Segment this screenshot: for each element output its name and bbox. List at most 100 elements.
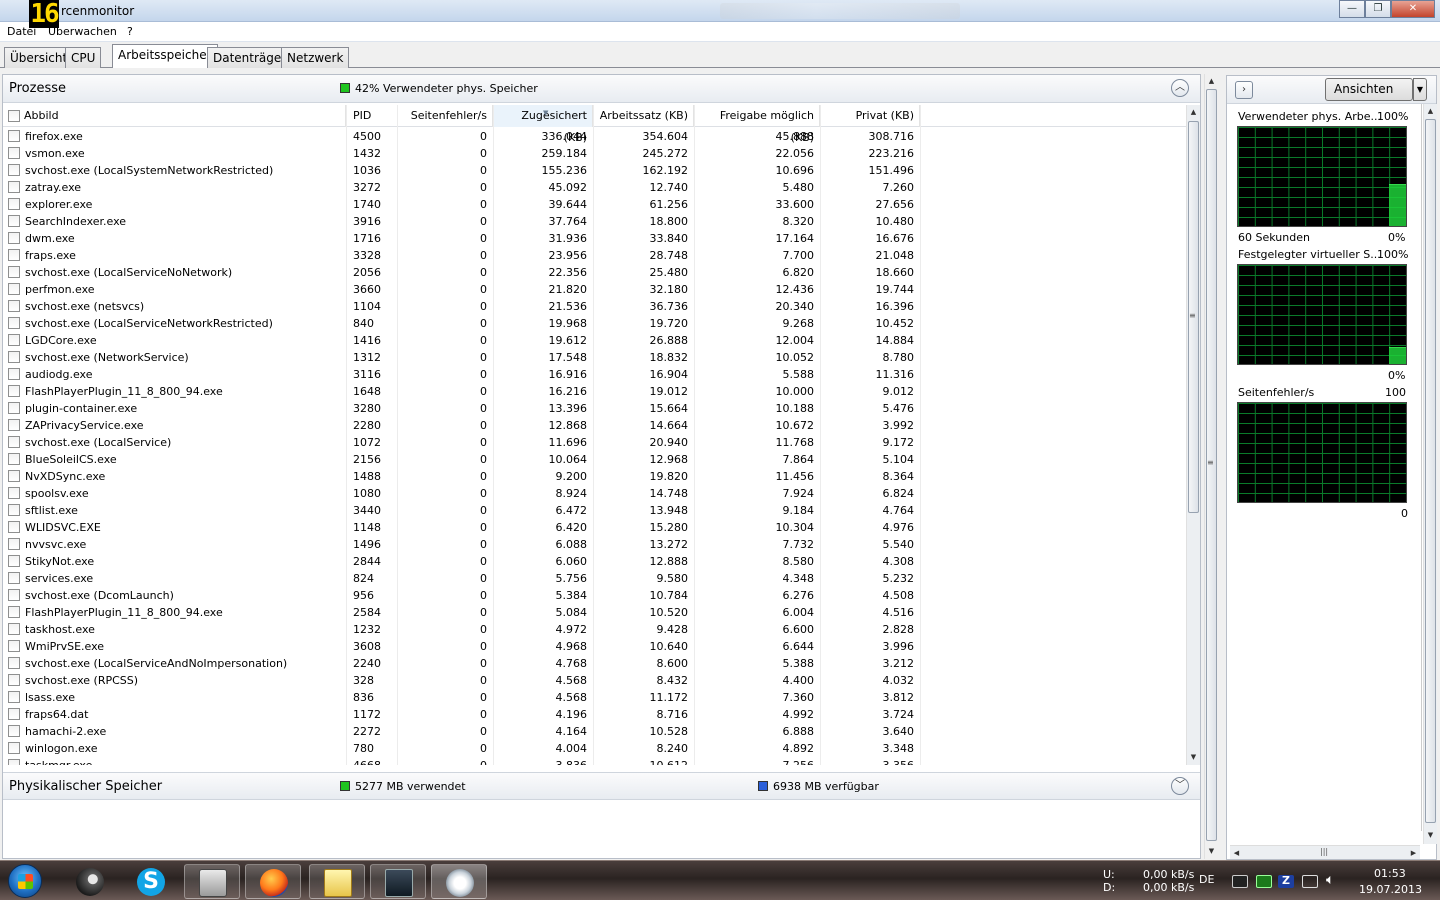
row-checkbox[interactable] [8,742,20,754]
row-checkbox[interactable] [8,317,20,329]
col-arbeitssatz[interactable]: Arbeitssatz (KB) [593,105,694,127]
row-checkbox[interactable] [8,759,20,765]
row-checkbox[interactable] [8,130,20,142]
row-checkbox[interactable] [8,147,20,159]
table-row[interactable]: ZAPrivacyService.exe 2280 0 12.868 14.664 10.… [3,417,1187,434]
scroll-up-icon[interactable]: ▲ [1424,104,1437,118]
table-row[interactable]: LGDCore.exe 1416 0 19.612 26.888 12.004 14.884 [3,332,1187,349]
row-checkbox[interactable] [8,215,20,227]
start-button[interactable] [8,864,42,898]
table-row[interactable]: firefox.exe 4500 0 336.044 354.604 45.888 308.… [3,128,1187,145]
row-checkbox[interactable] [8,623,20,635]
row-checkbox[interactable] [8,181,20,193]
row-checkbox[interactable] [8,334,20,346]
steam-taskbar-button[interactable] [62,864,118,899]
row-checkbox[interactable] [8,249,20,261]
main-splitter-scrollbar[interactable]: ▲ ≡ ▼ [1204,74,1218,859]
row-checkbox[interactable] [8,725,20,737]
language-indicator[interactable]: DE [1199,873,1214,886]
row-checkbox[interactable] [8,232,20,244]
table-row[interactable]: audiodg.exe 3116 0 16.916 16.904 5.588 11.316 [3,366,1187,383]
physical-memory-header[interactable]: Physikalischer Speicher 5277 MB verwende… [3,772,1200,800]
graph-horizontal-scrollbar[interactable]: ◀ ||| ▶ [1230,845,1420,859]
row-checkbox[interactable] [8,385,20,397]
row-checkbox[interactable] [8,300,20,312]
row-checkbox[interactable] [8,470,20,482]
row-checkbox[interactable] [8,606,20,618]
tab-uebersicht[interactable]: Übersicht [4,47,74,68]
row-checkbox[interactable] [8,657,20,669]
skype-taskbar-button[interactable]: S [123,864,179,899]
table-row[interactable]: taskhost.exe 1232 0 4.972 9.428 6.600 2.828 [3,621,1187,638]
collapse-graphs-icon[interactable]: › [1235,81,1253,99]
table-row[interactable]: StikyNot.exe 2844 0 6.060 12.888 8.580 4.308 [3,553,1187,570]
table-row[interactable]: FlashPlayerPlugin_11_8_800_94.exe 2584 0 5.… [3,604,1187,621]
table-row[interactable]: svchost.exe (LocalServiceAndNoImpersonat… [3,655,1187,672]
table-row[interactable]: fraps64.dat 1172 0 4.196 8.716 4.992 3.724 [3,706,1187,723]
table-row[interactable]: svchost.exe (DcomLaunch) 956 0 5.384 10.784 6… [3,587,1187,604]
resource-monitor-taskbar-button[interactable] [431,864,487,899]
table-row[interactable]: sftlist.exe 3440 0 6.472 13.948 9.184 4.764 [3,502,1187,519]
table-row[interactable]: svchost.exe (LocalServiceNetworkRestrict… [3,315,1187,332]
row-checkbox[interactable] [8,674,20,686]
row-checkbox[interactable] [8,436,20,448]
table-row[interactable]: nvvsvc.exe 1496 0 6.088 13.272 7.732 5.540 [3,536,1187,553]
row-checkbox[interactable] [8,572,20,584]
table-row[interactable]: svchost.exe (LocalSystemNetworkRestricte… [3,162,1187,179]
table-row[interactable]: fraps.exe 3328 0 23.956 28.748 7.700 21.048 [3,247,1187,264]
views-button[interactable]: Ansichten [1325,78,1413,101]
tab-netzwerk[interactable]: Netzwerk [281,47,350,68]
row-checkbox[interactable] [8,708,20,720]
scroll-right-icon[interactable]: ▶ [1407,846,1420,860]
process-table-scrollbar[interactable]: ▲ ≡ ▼ [1186,105,1200,765]
row-checkbox[interactable] [8,283,20,295]
tab-datentraeger[interactable]: Datenträger [207,47,293,68]
table-row[interactable]: svchost.exe (RPCSS) 328 0 4.568 8.432 4.400 4.… [3,672,1187,689]
fraps-taskbar-button[interactable] [184,864,240,899]
row-checkbox[interactable] [8,640,20,652]
fraps-tray-icon[interactable] [1232,875,1248,888]
tab-arbeitsspeicher[interactable]: Arbeitsspeicher [112,44,218,68]
row-checkbox[interactable] [8,589,20,601]
table-row[interactable]: WLIDSVC.EXE 1148 0 6.420 15.280 10.304 4.976 [3,519,1187,536]
table-row[interactable]: NvXDSync.exe 1488 0 9.200 19.820 11.456 8.364 [3,468,1187,485]
volume-icon[interactable]: 🔈︎ [1326,872,1334,888]
close-button[interactable]: ✕ [1391,0,1435,18]
clock-date[interactable]: 19.07.2013 [1359,883,1422,896]
collapse-processes-button[interactable]: ︿ [1171,79,1189,97]
col-zugesichert[interactable]: ▼ Zugesichert (KB) [493,105,593,144]
table-row[interactable]: hamachi-2.exe 2272 0 4.164 10.528 6.888 3.640 [3,723,1187,740]
row-checkbox[interactable] [8,521,20,533]
table-row[interactable]: svchost.exe (LocalService) 1072 0 11.696 20.… [3,434,1187,451]
scroll-down-icon[interactable]: ▼ [1187,750,1200,764]
col-pid[interactable]: PID [348,105,398,127]
row-checkbox[interactable] [8,504,20,516]
zonealarm-tray-icon[interactable]: Z [1278,875,1294,888]
scroll-down-icon[interactable]: ▼ [1424,828,1437,842]
network-tray-icon[interactable] [1302,875,1318,888]
table-row[interactable]: plugin-container.exe 3280 0 13.396 15.664 10.… [3,400,1187,417]
perfmon-taskbar-button[interactable] [370,864,426,899]
row-checkbox[interactable] [8,402,20,414]
expand-physical-memory-button[interactable]: ﹀ [1171,777,1189,795]
row-checkbox[interactable] [8,691,20,703]
table-row[interactable]: taskmgr.exe 4668 0 3.836 10.612 7.256 3.356 [3,757,1187,765]
row-checkbox[interactable] [8,164,20,176]
scroll-thumb[interactable] [1425,119,1436,823]
row-checkbox[interactable] [8,453,20,465]
table-row[interactable]: SearchIndexer.exe 3916 0 37.764 18.800 8.320 1… [3,213,1187,230]
scroll-down-icon[interactable]: ▼ [1205,844,1218,858]
tab-cpu[interactable]: CPU [65,47,102,68]
maximize-button[interactable]: ❐ [1365,0,1391,18]
table-row[interactable]: vsmon.exe 1432 0 259.184 245.272 22.056 223.21… [3,145,1187,162]
row-checkbox[interactable] [8,487,20,499]
clock-time[interactable]: 01:53 [1374,867,1406,880]
table-row[interactable]: winlogon.exe 780 0 4.004 8.240 4.892 3.348 [3,740,1187,757]
minimize-button[interactable]: — [1339,0,1365,18]
col-freigabe[interactable]: Freigabe möglich (KB) [694,105,820,144]
table-row[interactable]: svchost.exe (LocalServiceNoNetwork) 2056 0… [3,264,1187,281]
scroll-left-icon[interactable]: ◀ [1230,846,1243,860]
row-checkbox[interactable] [8,538,20,550]
menu-help[interactable]: ? [127,25,133,38]
col-abbild[interactable]: Abbild [19,105,346,127]
